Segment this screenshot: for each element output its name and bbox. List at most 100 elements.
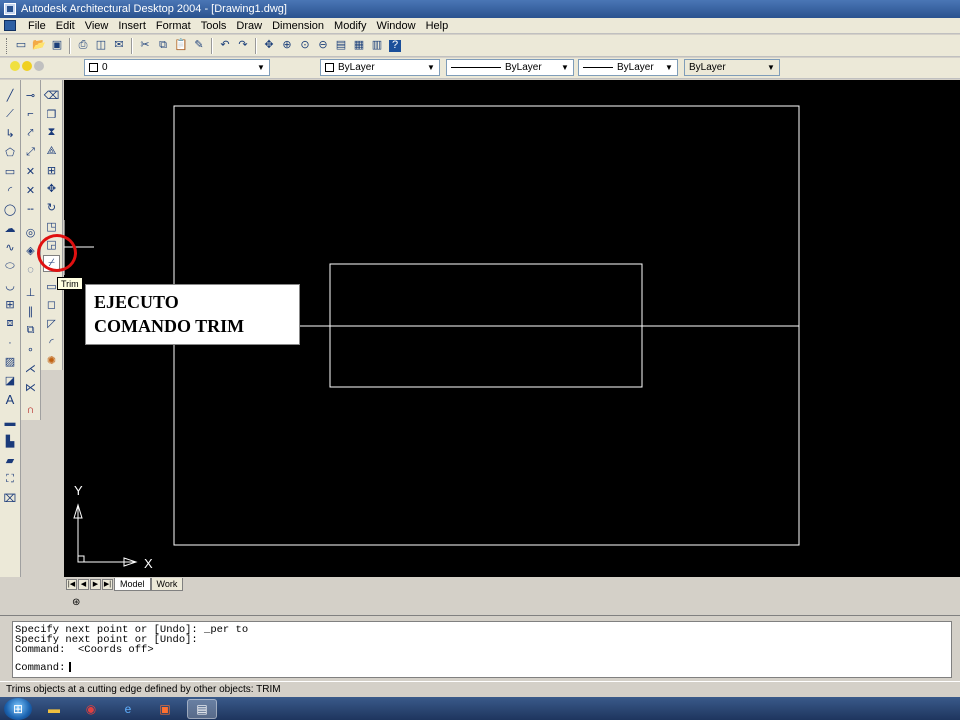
snap-perpendicular-icon[interactable]: ⊥: [22, 284, 39, 301]
fillet-icon[interactable]: ◜: [43, 334, 60, 351]
menu-file[interactable]: File: [23, 20, 51, 32]
menu-edit[interactable]: Edit: [51, 20, 80, 32]
cross-icon[interactable]: ✕: [22, 163, 39, 180]
autocad-task-icon[interactable]: ▤: [187, 698, 217, 719]
spline-icon[interactable]: ∿: [2, 239, 19, 256]
tab-model[interactable]: Model: [114, 577, 151, 591]
redo-icon[interactable]: ↷: [235, 38, 251, 54]
menu-format[interactable]: Format: [151, 20, 196, 32]
slab-icon[interactable]: ▰: [2, 452, 19, 469]
polyline-icon[interactable]: ↳: [2, 125, 19, 142]
toolbar-grip[interactable]: [6, 37, 9, 54]
tab-last-icon[interactable]: ▶|: [102, 578, 113, 590]
snap-tangent-icon[interactable]: ◌: [22, 261, 39, 278]
properties-icon[interactable]: ▤: [333, 38, 349, 54]
array-icon[interactable]: ⊞: [43, 162, 60, 179]
color-dropdown[interactable]: ByLayer ▼: [320, 59, 440, 76]
dim-linear-icon[interactable]: ⊸: [22, 87, 39, 104]
match-properties-icon[interactable]: ✎: [191, 38, 207, 54]
presentation-icon[interactable]: ▣: [150, 699, 180, 719]
move-icon[interactable]: ✥: [43, 180, 60, 197]
preview-icon[interactable]: ◫: [93, 38, 109, 54]
layer-on-icon[interactable]: [10, 61, 20, 71]
menu-modify[interactable]: Modify: [329, 20, 371, 32]
line-icon[interactable]: ╱: [2, 87, 19, 104]
zoom-window-icon[interactable]: ⊙: [297, 38, 313, 54]
cut-icon[interactable]: ✂: [137, 38, 153, 54]
circle-icon[interactable]: ◯: [2, 201, 19, 218]
hatch-icon[interactable]: ▨: [2, 353, 19, 370]
linetype-dropdown[interactable]: ByLayer ▼: [446, 59, 574, 76]
rectangle-icon[interactable]: ▭: [2, 163, 19, 180]
chevron-down-icon[interactable]: ▼: [765, 61, 777, 74]
layer-dropdown[interactable]: 0 ▼: [84, 59, 270, 76]
arc-icon[interactable]: ◜: [2, 182, 19, 199]
ellipse-icon[interactable]: ⬭: [2, 258, 19, 275]
tab-prev-icon[interactable]: ◀: [78, 578, 89, 590]
scale-icon[interactable]: ◳: [43, 218, 60, 235]
lineweight-dropdown[interactable]: ByLayer ▼: [578, 59, 678, 76]
revision-cloud-icon[interactable]: ☁: [2, 220, 19, 237]
chamfer-icon[interactable]: ◸: [43, 315, 60, 332]
help-icon[interactable]: ?: [387, 38, 403, 54]
copy-object-icon[interactable]: ❐: [43, 106, 60, 123]
snap-settings-icon[interactable]: ∩: [22, 402, 39, 419]
multiline-text-icon[interactable]: A: [2, 391, 19, 408]
document-icon[interactable]: [4, 20, 16, 31]
ellipse-arc-icon[interactable]: ◡: [2, 277, 19, 294]
save-icon[interactable]: ▣: [49, 38, 65, 54]
publish-icon[interactable]: ✉: [111, 38, 127, 54]
layer-freeze-icon[interactable]: [22, 61, 32, 71]
tool-palettes-icon[interactable]: ▥: [369, 38, 385, 54]
layer-lock-icon[interactable]: [34, 61, 44, 71]
space-icon[interactable]: ⛶: [2, 471, 19, 488]
make-block-icon[interactable]: ⧈: [2, 315, 19, 332]
open-icon[interactable]: 📂: [31, 38, 47, 54]
explorer-icon[interactable]: ▬: [39, 699, 69, 719]
offset-icon[interactable]: ⟁: [43, 143, 60, 160]
menu-insert[interactable]: Insert: [113, 20, 151, 32]
zoom-realtime-icon[interactable]: ⊕: [279, 38, 295, 54]
point-icon[interactable]: ·: [2, 334, 19, 351]
menu-draw[interactable]: Draw: [231, 20, 267, 32]
snap-none-icon[interactable]: ⋉: [22, 379, 39, 396]
cross-alt-icon[interactable]: ✕: [22, 182, 39, 199]
stair-icon[interactable]: ▙: [2, 433, 19, 450]
pan-icon[interactable]: ✥: [261, 38, 277, 54]
undo-icon[interactable]: ↶: [217, 38, 233, 54]
break-icon[interactable]: ◻: [43, 296, 60, 313]
new-icon[interactable]: ▭: [13, 38, 29, 54]
paste-icon[interactable]: 📋: [173, 38, 189, 54]
dim-aligned-icon[interactable]: ⌐: [22, 106, 39, 123]
snap-nearest-icon[interactable]: ⋌: [22, 360, 39, 377]
dim-ordinate-icon[interactable]: ⤤: [22, 125, 39, 142]
rotate-icon[interactable]: ↻: [43, 199, 60, 216]
layer-state-icons[interactable]: [10, 61, 44, 71]
coords-toggle-icon[interactable]: ⊛: [72, 597, 80, 608]
tab-next-icon[interactable]: ▶: [90, 578, 101, 590]
chevron-down-icon[interactable]: ▼: [663, 61, 675, 74]
internet-explorer-icon[interactable]: e: [113, 699, 143, 719]
media-player-icon[interactable]: ◉: [76, 699, 106, 719]
polygon-icon[interactable]: ⬠: [2, 144, 19, 161]
menu-view[interactable]: View: [80, 20, 114, 32]
command-history[interactable]: Specify next point or [Undo]: _per to Sp…: [12, 621, 952, 678]
menu-help[interactable]: Help: [421, 20, 454, 32]
menu-tools[interactable]: Tools: [196, 20, 232, 32]
menu-dimension[interactable]: Dimension: [267, 20, 329, 32]
dim-baseline-icon[interactable]: ╌: [22, 201, 39, 218]
design-center-icon[interactable]: ▦: [351, 38, 367, 54]
erase-icon[interactable]: ⌫: [43, 87, 60, 104]
dim-radius-icon[interactable]: ⤢: [22, 144, 39, 161]
start-button[interactable]: ⊞: [4, 697, 32, 720]
snap-parallel-icon[interactable]: ∥: [22, 303, 39, 320]
mirror-icon[interactable]: ⧗: [43, 124, 60, 141]
snap-node-icon[interactable]: ∘: [22, 341, 39, 358]
menu-window[interactable]: Window: [371, 20, 420, 32]
print-icon[interactable]: ⎙: [75, 38, 91, 54]
insert-block-icon[interactable]: ⊞: [2, 296, 19, 313]
command-prompt[interactable]: Command:: [15, 661, 951, 673]
snap-insert-icon[interactable]: ⧉: [22, 322, 39, 339]
plotstyle-dropdown[interactable]: ByLayer ▼: [684, 59, 780, 76]
construction-line-icon[interactable]: ⟋: [2, 106, 19, 123]
